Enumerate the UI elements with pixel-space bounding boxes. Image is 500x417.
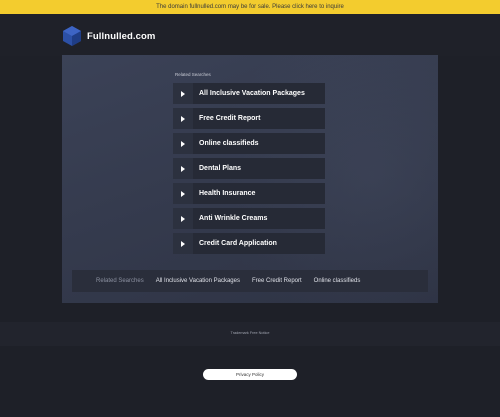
cube-logo-icon (63, 26, 81, 46)
related-link-label: Health Insurance (199, 190, 256, 197)
site-logo[interactable]: Fullnulled.com (62, 25, 155, 47)
related-link-label: Credit Card Application (199, 240, 277, 247)
trademark-notice: Trademark Free Notice (230, 331, 270, 335)
arrow-right-icon (173, 108, 193, 129)
strip-link[interactable]: All Inclusive Vacation Packages (156, 278, 240, 284)
related-searches-title: Related Searches (175, 72, 211, 77)
related-searches-strip: Related Searches All Inclusive Vacation … (72, 270, 428, 292)
related-links-list: All Inclusive Vacation Packages Free Cre… (173, 83, 325, 258)
related-link-label: Dental Plans (199, 165, 242, 172)
strip-link[interactable]: Free Credit Report (252, 278, 302, 284)
strip-link[interactable]: Online classifieds (314, 278, 361, 284)
arrow-right-icon (173, 133, 193, 154)
arrow-right-icon (173, 183, 193, 204)
strip-heading: Related Searches (96, 278, 144, 284)
related-link[interactable]: Health Insurance (173, 183, 325, 204)
arrow-right-icon (173, 83, 193, 104)
domain-sale-banner[interactable]: The domain fullnulled.com may be for sal… (0, 0, 500, 14)
privacy-policy-button[interactable]: Privacy Policy (203, 369, 297, 380)
arrow-right-icon (173, 233, 193, 254)
related-link[interactable]: Free Credit Report (173, 108, 325, 129)
related-link[interactable]: Dental Plans (173, 158, 325, 179)
site-name: Fullnulled.com (87, 30, 156, 42)
related-link[interactable]: Anti Wrinkle Creams (173, 208, 325, 229)
related-link[interactable]: Credit Card Application (173, 233, 325, 254)
related-link-label: Online classifieds (199, 140, 259, 147)
related-link[interactable]: All Inclusive Vacation Packages (173, 83, 325, 104)
related-link-label: Free Credit Report (199, 115, 261, 122)
related-link-label: All Inclusive Vacation Packages (199, 90, 305, 97)
arrow-right-icon (173, 208, 193, 229)
related-link[interactable]: Online classifieds (173, 133, 325, 154)
related-link-label: Anti Wrinkle Creams (199, 215, 268, 222)
arrow-right-icon (173, 158, 193, 179)
